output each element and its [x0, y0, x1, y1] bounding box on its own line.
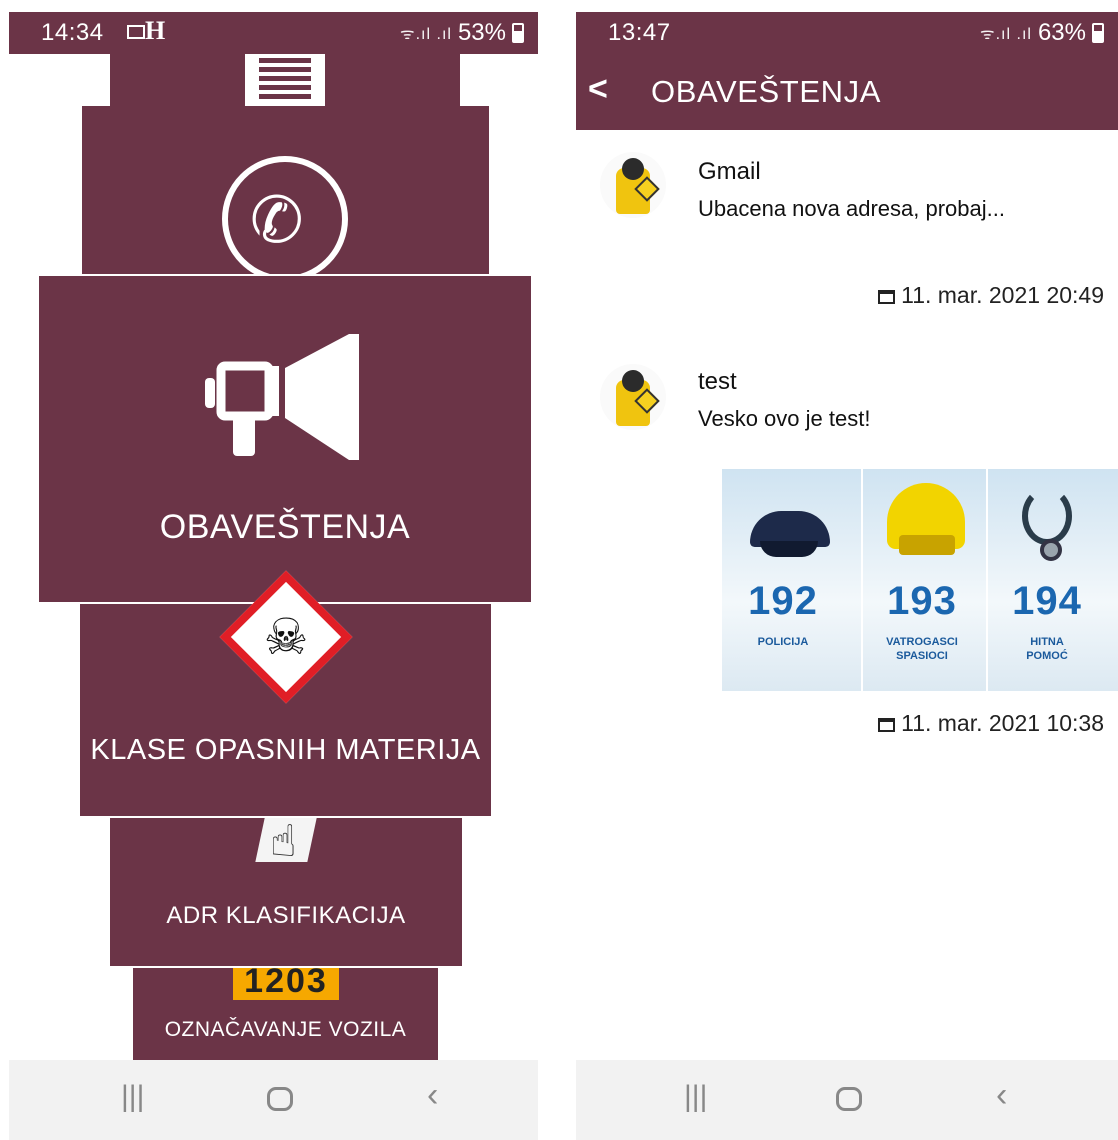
- system-nav-bar: ||| ‹: [576, 1060, 1118, 1140]
- klase-label: KLASE OPASNIH MATERIJA: [90, 734, 481, 766]
- megaphone-icon: [205, 334, 359, 460]
- fire-label: VATROGASCI SPASIOCI: [886, 636, 958, 662]
- status-bar: 13:47 ᯤ.ıl .ıl 63%: [576, 12, 1118, 54]
- chevron-left-icon[interactable]: <: [588, 70, 608, 109]
- police-number: 192: [748, 579, 818, 623]
- calendar-icon: [878, 718, 896, 732]
- battery-percent: 63%: [1037, 19, 1086, 46]
- calendar-icon: [878, 290, 896, 304]
- police-column: 192 POLICIJA: [722, 469, 844, 691]
- stethoscope-head: [1040, 539, 1062, 561]
- notification-date-text: 11. mar. 2021 10:38: [901, 710, 1104, 736]
- battery-icon: [1092, 23, 1104, 43]
- system-nav-bar: ||| ‹: [9, 1060, 538, 1140]
- page-title: OBAVEŠTENJA: [651, 74, 881, 109]
- notification-body: Vesko ovo je test!: [698, 406, 871, 431]
- menu-tile-obavestenja[interactable]: OBAVEŠTENJA: [39, 276, 531, 602]
- ambulance-column: 194 HITNA POMOĆ: [986, 469, 1108, 691]
- menu-tile-top[interactable]: [110, 54, 460, 106]
- status-time: 14:34: [41, 19, 104, 46]
- adr-label: ADR KLASIFIKACIJA: [166, 902, 406, 929]
- back-icon[interactable]: ‹: [996, 1078, 1007, 1112]
- signal-icon: ᯤ.ıl .ıl: [400, 26, 452, 43]
- notification-body: Ubacena nova adresa, probaj...: [698, 196, 1005, 221]
- notification-date: 11. mar. 2021 20:49: [878, 282, 1104, 309]
- ambulance-label: HITNA POMOĆ: [1026, 636, 1068, 662]
- notification-date-text: 11. mar. 2021 20:49: [901, 282, 1104, 308]
- obavestenja-label: OBAVEŠTENJA: [159, 508, 411, 546]
- app-bar: < OBAVEŠTENJA: [576, 54, 1118, 130]
- fire-column: 193 VATROGASCI SPASIOCI: [861, 469, 983, 691]
- pointing-hand-icon: ☝: [270, 817, 297, 866]
- skull-crossbones-icon: ☠: [263, 609, 309, 665]
- battery-percent: 53%: [457, 19, 506, 46]
- avatar: [600, 364, 666, 430]
- image-notification-icon: [127, 25, 145, 39]
- home-icon[interactable]: [836, 1087, 862, 1111]
- fire-number: 193: [887, 579, 957, 623]
- recent-apps-icon[interactable]: |||: [684, 1082, 707, 1112]
- hazard-pictogram: ☠: [219, 570, 353, 704]
- signal-icon: ᯤ.ıl .ıl: [980, 26, 1032, 43]
- handset-glyph: ✆: [250, 184, 304, 256]
- notification-title: Gmail: [698, 158, 761, 185]
- notification-date: 11. mar. 2021 10:38: [878, 710, 1104, 737]
- right-screen: 13:47 ᯤ.ıl .ıl 63% < OBAVEŠTENJA Gmail U…: [576, 12, 1118, 1140]
- document-icon: [245, 54, 325, 106]
- menu-tile-klase[interactable]: ☠ KLASE OPASNIH MATERIJA: [80, 570, 491, 816]
- status-bar: 14:34 H ᯤ.ıl .ıl 53%: [9, 12, 538, 54]
- ambulance-number: 194: [1012, 579, 1082, 623]
- police-label: POLICIJA: [757, 636, 809, 648]
- recent-apps-icon[interactable]: |||: [121, 1082, 144, 1112]
- home-icon[interactable]: [267, 1087, 293, 1111]
- stethoscope-icon: [1022, 487, 1072, 545]
- notification-title: test: [698, 368, 737, 395]
- menu-tile-oznacavanje[interactable]: 1203 OZNAČAVANJE VOZILA: [133, 962, 438, 1068]
- back-icon[interactable]: ‹: [427, 1078, 438, 1112]
- status-time: 13:47: [608, 19, 671, 46]
- menu-tile-adr[interactable]: ☝ ADR KLASIFIKACIJA: [110, 818, 462, 966]
- app-notification-icon: H: [145, 16, 166, 45]
- un-plate-number: 1203: [244, 962, 328, 1000]
- un-number-plate: 1203: [233, 962, 339, 1000]
- emergency-numbers-image: 192 POLICIJA 193 VATROGASCI SPASIOCI 194…: [722, 469, 1118, 691]
- left-screen: 14:34 H ᯤ.ıl .ıl 53% ✆ OBAVEŠTENJA ☠ KLA…: [9, 12, 538, 1140]
- police-cap-icon: [750, 511, 830, 557]
- fire-helmet-icon: [887, 483, 965, 555]
- oznacavanje-label: OZNAČAVANJE VOZILA: [164, 1018, 407, 1041]
- menu-tile-phone[interactable]: ✆: [81, 106, 489, 282]
- avatar: [600, 152, 666, 218]
- battery-icon: [512, 23, 524, 43]
